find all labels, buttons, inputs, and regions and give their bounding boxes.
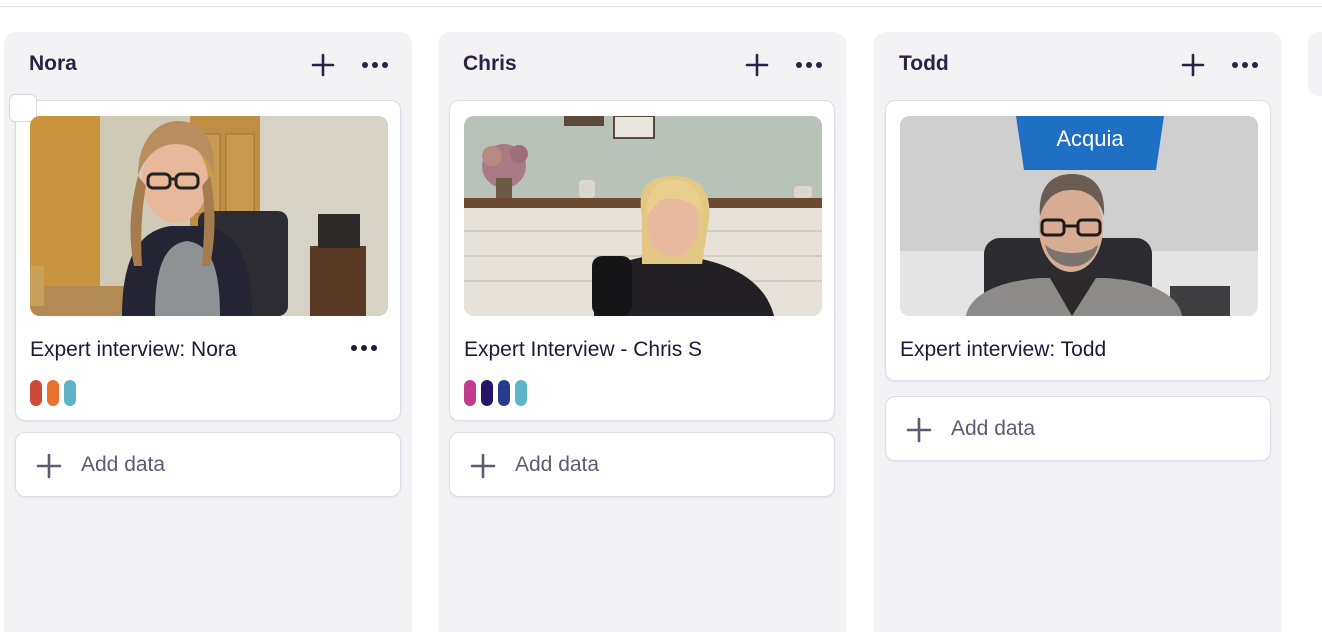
column-menu-button[interactable] [1230, 50, 1260, 80]
interview-card[interactable]: Expert interview: Nora [9, 94, 401, 421]
interview-card[interactable]: Acquia Expert interview: Todd [885, 100, 1271, 381]
plus-icon [906, 417, 932, 443]
column-title[interactable]: Chris [463, 52, 517, 76]
tag-pill[interactable] [481, 380, 493, 406]
board-column-chris: Chris Expert Interview - Chris S Add dat… [438, 32, 846, 632]
column-header: Todd [874, 32, 1282, 96]
tag-list [30, 380, 76, 406]
plus-icon [36, 453, 62, 479]
card-menu-button[interactable] [348, 337, 380, 359]
board-column-todd: Todd Acquia Expert interview: Todd Add d… [874, 32, 1282, 632]
ellipsis-icon [351, 345, 377, 351]
interview-card[interactable]: Expert Interview - Chris S [449, 100, 835, 421]
card-title[interactable]: Expert interview: Todd [900, 338, 1106, 362]
video-thumbnail: Acquia [900, 116, 1258, 316]
ellipsis-icon [362, 62, 388, 68]
column-header: Nora [4, 32, 412, 96]
add-data-label: Add data [515, 453, 600, 476]
plus-icon [1181, 53, 1205, 77]
board-column-nora: Nora Expert interview: Nora Add data [4, 32, 412, 632]
tag-pill[interactable] [64, 380, 76, 406]
tag-pill[interactable] [47, 380, 59, 406]
add-data-label: Add data [81, 453, 166, 476]
video-thumbnail [464, 116, 822, 316]
add-data-button[interactable]: Add data [449, 432, 835, 497]
acquia-sign-text: Acquia [1056, 126, 1124, 151]
tag-pill[interactable] [515, 380, 527, 406]
video-thumbnail [30, 116, 388, 316]
board-column-partial [1308, 32, 1322, 96]
add-data-button[interactable]: Add data [15, 432, 401, 497]
add-card-button[interactable] [308, 50, 338, 80]
plus-icon [311, 53, 335, 77]
ellipsis-icon [796, 62, 822, 68]
column-header: Chris [438, 32, 846, 96]
add-data-button[interactable]: Add data [885, 396, 1271, 461]
tag-pill[interactable] [498, 380, 510, 406]
add-data-label: Add data [951, 417, 1036, 440]
plus-icon [470, 453, 496, 479]
tag-list [464, 380, 527, 406]
add-card-button[interactable] [742, 50, 772, 80]
add-card-button[interactable] [1178, 50, 1208, 80]
card-title[interactable]: Expert Interview - Chris S [464, 338, 702, 362]
column-title[interactable]: Todd [899, 52, 949, 76]
column-menu-button[interactable] [360, 50, 390, 80]
top-divider [0, 6, 1322, 7]
plus-icon [745, 53, 769, 77]
ellipsis-icon [1232, 62, 1258, 68]
card-title[interactable]: Expert interview: Nora [30, 338, 237, 362]
tag-pill[interactable] [30, 380, 42, 406]
column-title[interactable]: Nora [29, 52, 77, 76]
column-menu-button[interactable] [794, 50, 824, 80]
tag-pill[interactable] [464, 380, 476, 406]
